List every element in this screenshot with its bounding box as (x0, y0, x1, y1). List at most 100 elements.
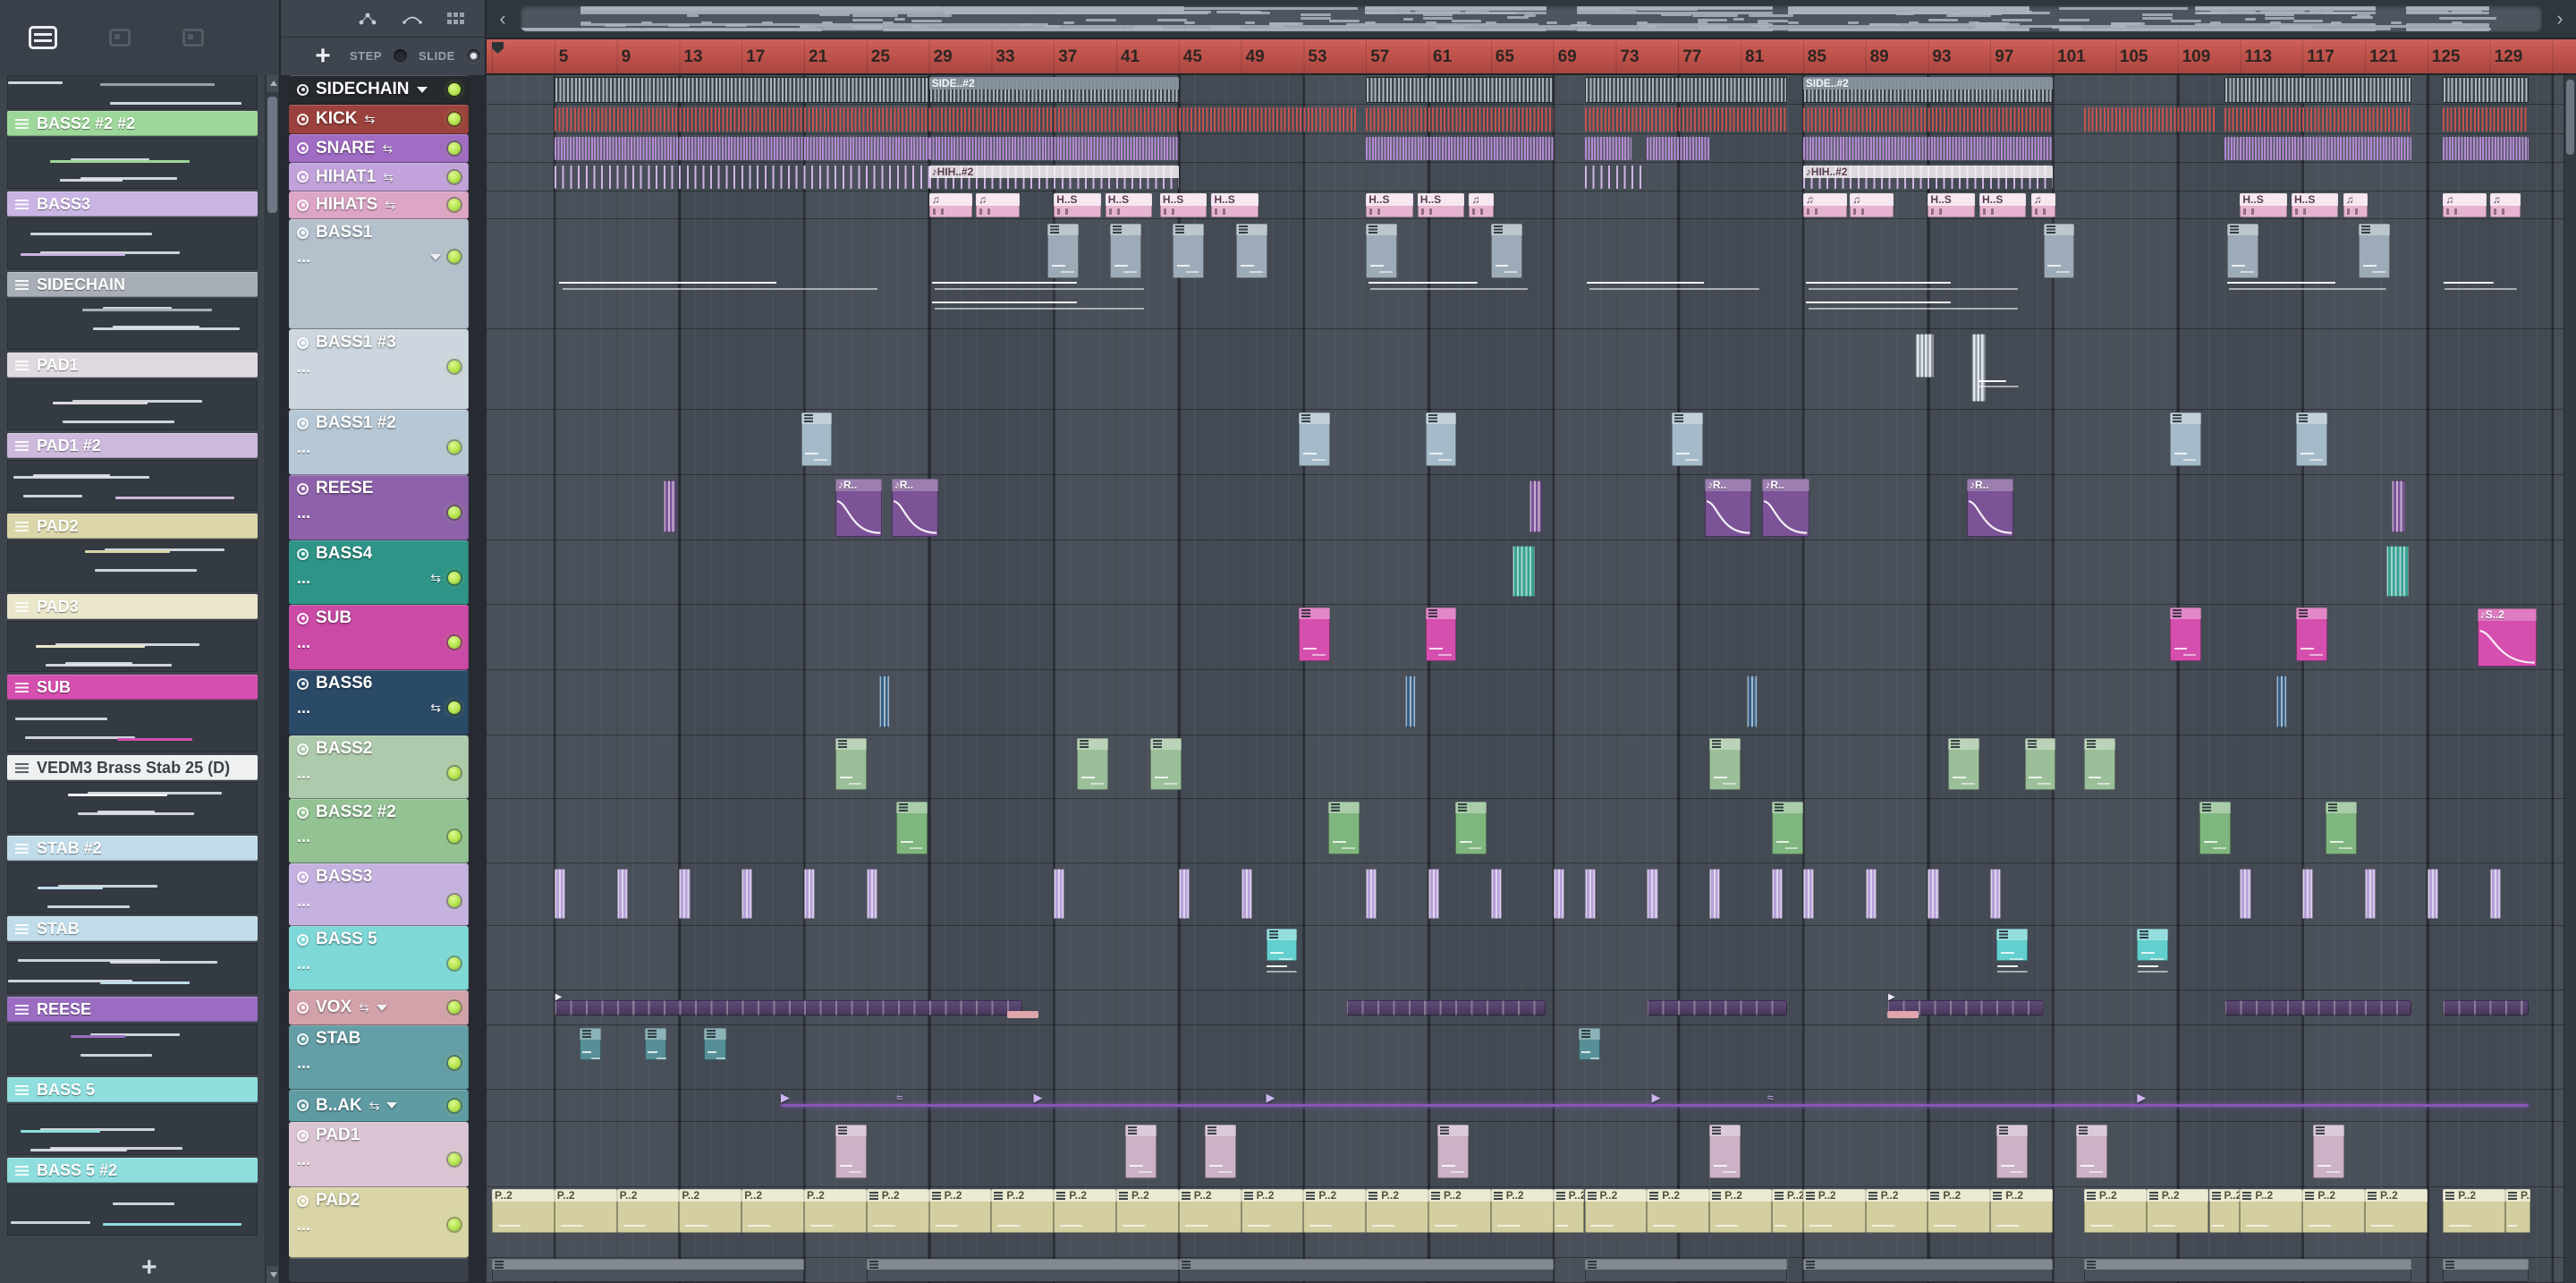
clip[interactable]: P..2 (1366, 1189, 1428, 1234)
clip[interactable]: SIDE..#2 (928, 77, 1179, 103)
pattern-scrollbar[interactable] (265, 75, 279, 1283)
clip[interactable] (1266, 928, 1298, 961)
track-activity-led[interactable] (448, 830, 461, 843)
track-options[interactable]: ... (297, 828, 310, 845)
clip[interactable] (1996, 964, 2033, 974)
clip[interactable] (1490, 223, 1522, 279)
track-options[interactable]: ... (297, 1217, 310, 1233)
clip[interactable] (1366, 136, 1554, 161)
track-header[interactable]: HIHAT1 ⇆ (289, 163, 469, 191)
clip[interactable]: ▶ (1652, 1092, 1667, 1111)
track-header[interactable] (289, 1258, 469, 1283)
slide-curve-icon[interactable] (402, 13, 422, 25)
track-activity-led[interactable] (448, 361, 461, 373)
clip[interactable]: P..2 (1241, 1189, 1304, 1234)
mute-icon[interactable] (297, 871, 309, 883)
clip[interactable] (663, 480, 676, 533)
detach-icon[interactable] (109, 29, 131, 47)
clip[interactable]: P..2 (1428, 1189, 1491, 1234)
clip[interactable] (1366, 280, 1554, 293)
track-header[interactable]: KICK ⇆ (289, 105, 469, 134)
clip[interactable] (645, 1027, 667, 1060)
clip[interactable] (1771, 801, 1803, 854)
swap-icon[interactable]: ⇆ (385, 199, 395, 211)
track-header[interactable]: STAB... (289, 1025, 469, 1090)
track-header[interactable]: BASS1... (289, 219, 469, 329)
clip[interactable] (835, 1124, 867, 1178)
clip[interactable]: ♫ (928, 192, 973, 218)
clip[interactable]: H..S (1366, 192, 1413, 218)
playlist-lane[interactable]: ▶ ≈ ▶ ▶ ▶ ≈ ▶ (487, 1090, 2563, 1122)
clip[interactable] (2391, 480, 2406, 533)
clip[interactable] (1584, 165, 1648, 190)
clip[interactable] (1887, 1011, 1919, 1019)
pattern-item[interactable]: STAB #2 (7, 836, 258, 916)
clip[interactable] (2137, 964, 2174, 974)
track-header[interactable]: BASS2... (289, 735, 469, 799)
track-header[interactable]: BASS2 #2... (289, 799, 469, 863)
clip[interactable]: P..2 (1054, 1189, 1116, 1234)
clip[interactable]: ≈ (1767, 1092, 1783, 1111)
clip[interactable] (741, 868, 753, 919)
clip[interactable] (2224, 999, 2412, 1015)
mute-icon[interactable] (297, 806, 309, 819)
playlist-lane[interactable]: P..2 P..2 P..2 P..2 P..2 P..2 P..2 P..2 P..2 P..2… (487, 1187, 2563, 1258)
clip[interactable]: P..2 (741, 1189, 804, 1234)
clip[interactable]: P..2 (2240, 1189, 2303, 1234)
clip[interactable] (1490, 868, 1502, 919)
clip[interactable] (1978, 378, 2025, 389)
clip[interactable]: H..S (1054, 192, 1101, 218)
clip[interactable]: P..2 (2146, 1189, 2209, 1234)
clip[interactable] (804, 868, 816, 919)
clip[interactable] (554, 106, 929, 132)
track-options[interactable]: ... (297, 700, 310, 716)
mute-icon[interactable] (297, 113, 309, 125)
chevron-down-icon[interactable] (416, 86, 428, 93)
timeline-ruler[interactable]: 5 9 13 17 21 25 29 33 37 41 45 49 53 57 61 65 69 73 77 81 85… (487, 39, 2576, 75)
clip[interactable] (2137, 928, 2169, 961)
clip[interactable] (1425, 607, 1457, 661)
track-header[interactable]: REESE... (289, 475, 469, 540)
track-header[interactable]: PAD2... (289, 1187, 469, 1258)
track-activity-led[interactable] (448, 170, 461, 183)
playlist-lane[interactable] (487, 799, 2563, 863)
track-activity-led[interactable] (448, 636, 461, 649)
mute-icon[interactable] (297, 226, 309, 239)
clip[interactable]: P..2 (1303, 1189, 1367, 1234)
grid-icon[interactable] (447, 12, 464, 25)
clip[interactable] (2313, 1124, 2345, 1178)
clip[interactable] (2083, 737, 2115, 791)
clip[interactable] (2169, 412, 2201, 466)
playlist-lane[interactable] (487, 540, 2563, 605)
clip[interactable]: P..2 (616, 1189, 680, 1234)
playlist-lane[interactable] (487, 926, 2563, 990)
clip[interactable]: ≈ (896, 1092, 911, 1111)
track-activity-led[interactable] (448, 83, 461, 96)
pattern-item[interactable]: SUB (7, 675, 258, 755)
clip[interactable]: P..2 (1553, 1189, 1585, 1234)
clip[interactable] (1915, 333, 1935, 378)
clip[interactable]: ♫ (2343, 192, 2368, 218)
track-activity-led[interactable] (448, 957, 461, 970)
clip[interactable] (1006, 1011, 1038, 1019)
clip[interactable] (554, 280, 929, 293)
swap-icon[interactable]: ⇆ (359, 1001, 369, 1014)
clip[interactable] (554, 136, 929, 161)
pattern-item[interactable]: BASS2 #2 #2 (7, 111, 258, 191)
track-activity-led[interactable] (448, 572, 461, 584)
clip[interactable]: ♪R.. (1967, 478, 2014, 538)
mute-icon[interactable] (297, 1100, 309, 1111)
clip[interactable] (866, 868, 877, 919)
clip[interactable]: P..2 (2208, 1189, 2241, 1234)
clip[interactable]: P..2 (804, 1189, 867, 1234)
clip[interactable] (1428, 868, 1440, 919)
clip[interactable] (1948, 737, 1979, 791)
pattern-item[interactable]: VEDM3 Brass Stab 25 (D) (7, 755, 258, 836)
track-activity-led[interactable] (448, 506, 461, 519)
clip[interactable] (1425, 412, 1457, 466)
clip[interactable] (1709, 1124, 1741, 1178)
clip[interactable] (1771, 868, 1784, 919)
clip[interactable] (2296, 412, 2328, 466)
clip[interactable]: P..2 (1490, 1189, 1554, 1234)
chevron-down-icon[interactable] (386, 1102, 398, 1109)
